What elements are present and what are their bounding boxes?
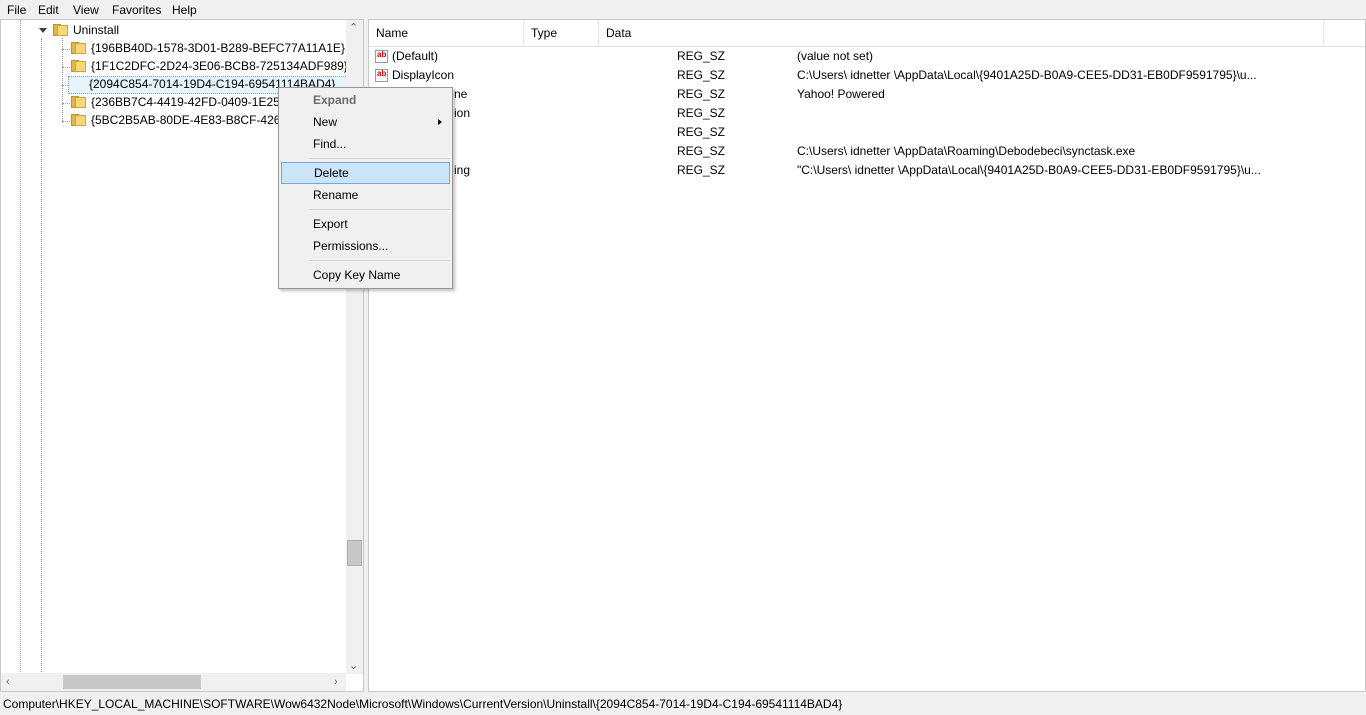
scroll-down-icon[interactable]: ⌄ [349,660,358,672]
menu-favorites[interactable]: Favorites [112,2,161,18]
folder-icon [53,24,68,36]
menu-help[interactable]: Help [172,2,197,18]
value-row[interactable]: ion REG_SZ [369,104,1365,123]
value-name: ion [454,106,471,120]
value-name: (Default) [392,49,439,63]
value-row[interactable]: REG_SZ C:\Users\ idnetter \AppData\Roami… [369,142,1365,161]
tree-node-key[interactable]: {196BB40D-1578-3D01-B289-BEFC77A11A1E} [71,40,345,58]
scroll-left-icon[interactable]: ‹ [6,676,10,688]
tree-node-label: {236BB7C4-4419-42FD-0409-1E257A [91,95,295,109]
value-type: REG_SZ [677,144,726,158]
context-menu-permissions[interactable]: Permissions... [281,235,450,257]
value-name: ing [454,163,471,177]
value-row[interactable]: REG_SZ [369,123,1365,142]
context-menu-new[interactable]: New [281,111,450,133]
folder-icon [71,114,86,126]
menu-separator [309,158,450,159]
tree-node-label: {5BC2B5AB-80DE-4E83-B8CF-42690 [91,113,294,127]
tree-horizontal-scrollbar[interactable]: ‹ › [1,673,346,691]
menu-separator [309,209,450,210]
value-type: REG_SZ [677,68,726,82]
tree-node-uninstall[interactable]: Uninstall [37,22,237,40]
reg-sz-icon: ab [375,69,388,82]
tree-node-key[interactable]: {1F1C2DFC-2D24-3E06-BCB8-725134ADF989} [71,58,348,76]
menu-file[interactable]: File [7,2,26,18]
tree-vertical-scroll-thumb[interactable] [347,540,362,566]
value-row[interactable]: ab DisplayIcon REG_SZ C:\Users\ idnetter… [369,66,1365,85]
collapse-triangle-icon[interactable] [39,28,47,33]
column-header-type[interactable]: Type [524,20,599,46]
folder-icon [71,42,86,54]
value-type: REG_SZ [677,87,726,101]
scroll-right-icon[interactable]: › [334,676,338,688]
value-data: C:\Users\ idnetter \AppData\Roaming\Debo… [797,144,1136,158]
column-header: Name Type Data [369,20,1365,47]
value-name: ne [454,87,468,101]
folder-icon [71,96,86,108]
menu-edit[interactable]: Edit [38,2,59,18]
context-menu-export[interactable]: Export [281,213,450,235]
context-menu-expand: Expand [313,93,357,107]
tree-node-label: Uninstall [73,23,120,37]
value-row[interactable]: ne REG_SZ Yahoo! Powered [369,85,1365,104]
values-list-pane: Name Type Data ab (Default) REG_SZ (valu… [368,19,1366,692]
value-type: REG_SZ [677,163,726,177]
reg-sz-icon: ab [375,50,388,63]
menu-separator [309,260,450,261]
context-menu-rename[interactable]: Rename [281,184,450,206]
value-type: REG_SZ [677,106,726,120]
context-menu-find[interactable]: Find... [281,133,450,155]
value-data: "C:\Users\ idnetter \AppData\Local\{9401… [797,163,1261,177]
folder-icon [71,60,86,72]
value-data: C:\Users\ idnetter \AppData\Local\{9401A… [797,68,1257,82]
tree-node-label: {196BB40D-1578-3D01-B289-BEFC77A11A1E} [91,41,345,55]
context-menu-label: New [313,115,338,129]
status-bar-path: Computer\HKEY_LOCAL_MACHINE\SOFTWARE\Wow… [3,697,843,711]
value-row[interactable]: ab (Default) REG_SZ (value not set) [369,47,1365,66]
context-menu-delete[interactable]: Delete [281,162,450,184]
submenu-arrow-icon [438,119,442,125]
menu-bar: File Edit View Favorites Help [0,0,1366,19]
value-type: REG_SZ [677,125,726,139]
context-menu-copy-key-name[interactable]: Copy Key Name [281,264,450,286]
value-row[interactable]: ing REG_SZ "C:\Users\ idnetter \AppData\… [369,161,1365,180]
tree-guide-line [41,38,42,674]
tree-guide-line [62,38,63,123]
tree-horizontal-scroll-thumb[interactable] [63,675,201,689]
value-type: REG_SZ [677,49,726,63]
column-header-name[interactable]: Name [369,20,524,46]
scroll-up-icon[interactable]: ⌃ [349,22,358,34]
value-data: (value not set) [797,49,874,63]
value-data: Yahoo! Powered [797,87,885,101]
tree-guide-line [20,20,21,674]
context-menu: Expand New Find... Delete Rename Export … [278,87,453,289]
tree-node-label: {1F1C2DFC-2D24-3E06-BCB8-725134ADF989} [91,59,348,73]
value-name: DisplayIcon [392,68,455,82]
menu-view[interactable]: View [73,2,99,18]
status-bar: Computer\HKEY_LOCAL_MACHINE\SOFTWARE\Wow… [0,694,1366,715]
column-header-data[interactable]: Data [599,20,1324,46]
